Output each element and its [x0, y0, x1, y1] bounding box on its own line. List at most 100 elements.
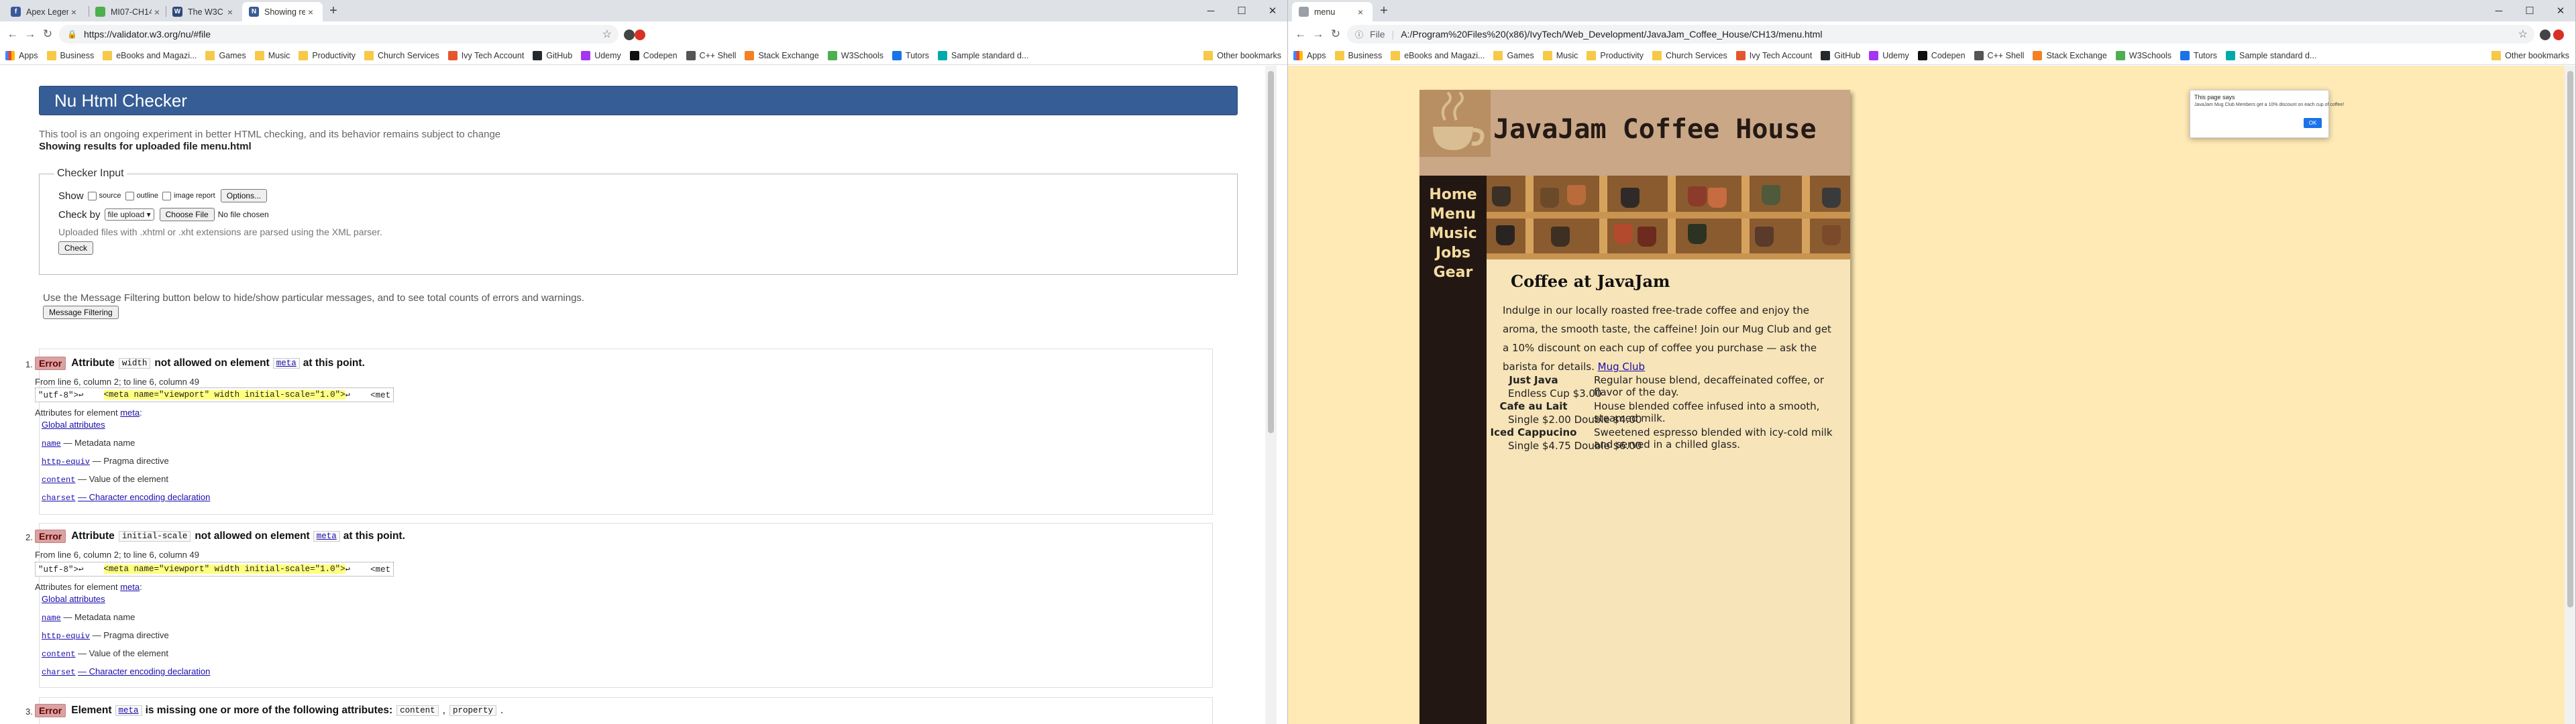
bookmark-item[interactable]: eBooks and Magazi... [1391, 50, 1485, 60]
maximize-icon[interactable]: ☐ [2514, 0, 2545, 21]
close-window-icon[interactable]: ✕ [1257, 0, 1287, 21]
bookmark-item[interactable]: C++ Shell [1974, 50, 2024, 60]
bookmark-item[interactable]: Stack Exchange [745, 50, 819, 60]
tab-nu-checker[interactable]: N Showing results for uploaded fi... × [242, 2, 323, 21]
other-bookmarks[interactable]: Other bookmarks [2491, 51, 2569, 60]
bookmark-item[interactable]: Church Services [364, 50, 439, 60]
check-button[interactable]: Check [58, 241, 94, 255]
vertical-scrollbar[interactable] [1265, 66, 1277, 724]
bookmark-item[interactable]: eBooks and Magazi... [103, 50, 197, 60]
bookmark-item[interactable]: Business [1334, 50, 1382, 60]
address-bar[interactable]: ⓘ File | A:/Program%20Files%20(x86)/IvyT… [1347, 25, 2534, 44]
bookmark-item[interactable]: Codepen [1917, 50, 1966, 60]
attrs-element-link[interactable]: meta [120, 582, 140, 592]
mug-club-link[interactable]: Mug Club [1598, 361, 1645, 373]
reload-icon[interactable]: ↻ [1327, 25, 1344, 43]
bookmark-item[interactable]: GitHub [533, 50, 572, 60]
attr-desc-link[interactable]: — Character encoding declaration [78, 666, 210, 676]
back-icon[interactable]: ← [4, 25, 21, 43]
bookmark-item[interactable]: Productivity [299, 50, 356, 60]
bookmark-item[interactable]: W3Schools [2115, 50, 2171, 60]
bookmark-star-icon[interactable]: ☆ [602, 27, 612, 41]
bookmark-item[interactable]: Udemy [1869, 50, 1909, 60]
check-by-select[interactable]: file upload ▾ [104, 208, 154, 221]
tab-close-icon[interactable]: × [305, 7, 316, 17]
bookmark-item[interactable]: Church Services [1652, 50, 1727, 60]
attr-link[interactable]: http-equiv [42, 457, 90, 467]
bookmark-item[interactable]: Productivity [1587, 50, 1644, 60]
outline-checkbox[interactable] [125, 191, 134, 200]
extension-icon[interactable] [624, 29, 635, 40]
nav-gear[interactable]: Gear [1419, 263, 1487, 282]
forward-icon[interactable]: → [1309, 25, 1327, 43]
attrs-element-link[interactable]: meta [120, 408, 140, 418]
bookmark-item[interactable]: Games [205, 50, 246, 60]
nav-menu[interactable]: Menu [1419, 204, 1487, 224]
extension-icon[interactable] [635, 29, 645, 40]
maximize-icon[interactable]: ☐ [1226, 0, 1257, 21]
attr-link[interactable]: content [42, 650, 75, 659]
bookmark-item[interactable]: Music [1542, 50, 1578, 60]
bookmark-item[interactable]: Codepen [629, 50, 678, 60]
attr-link[interactable]: name [42, 613, 61, 623]
close-window-icon[interactable]: ✕ [2545, 0, 2575, 21]
attr-link[interactable]: name [42, 439, 61, 448]
address-bar[interactable]: 🔒 https://validator.w3.org/nu/#file ☆ [59, 25, 619, 44]
nav-jobs[interactable]: Jobs [1419, 243, 1487, 263]
bookmark-item[interactable]: Music [254, 50, 290, 60]
tab-assignment[interactable]: MI07-CH14 Assignment - Java Jam × [89, 2, 169, 21]
bookmark-item[interactable]: Stack Exchange [2033, 50, 2107, 60]
scrollbar-thumb[interactable] [1268, 71, 1274, 433]
bookmark-item[interactable]: Sample standard d... [938, 50, 1028, 60]
tab-apex[interactable]: f Apex Legends - Old man bu... × [4, 2, 86, 21]
scrollbar-thumb[interactable] [2567, 71, 2573, 607]
source-checkbox[interactable] [87, 191, 97, 200]
attr-link[interactable]: http-equiv [42, 631, 90, 641]
bookmark-item[interactable]: Apps [5, 50, 38, 60]
bookmark-item[interactable]: Business [46, 50, 94, 60]
reload-icon[interactable]: ↻ [39, 25, 56, 43]
extension-icon[interactable] [2540, 29, 2551, 40]
vertical-scrollbar[interactable] [2565, 66, 2575, 724]
bookmark-item[interactable]: Games [1493, 50, 1534, 60]
global-attributes-link[interactable]: Global attributes [42, 594, 105, 604]
back-icon[interactable]: ← [1292, 25, 1309, 43]
bookmark-item[interactable]: GitHub [1821, 50, 1860, 60]
tab-close-icon[interactable]: × [225, 7, 235, 17]
options-button[interactable]: Options... [220, 189, 268, 202]
new-tab-icon[interactable]: + [325, 3, 342, 19]
element-link[interactable]: meta [115, 705, 142, 716]
element-link[interactable]: meta [313, 531, 340, 542]
new-tab-icon[interactable]: + [1375, 3, 1393, 19]
choose-file-button[interactable]: Choose File [159, 208, 215, 221]
other-bookmarks[interactable]: Other bookmarks [1203, 51, 1281, 60]
bookmark-item[interactable]: Apps [1293, 50, 1326, 60]
minimize-icon[interactable]: ─ [1195, 0, 1226, 21]
message-filtering-button[interactable]: Message Filtering [43, 306, 119, 319]
image-report-checkbox[interactable] [162, 191, 171, 200]
nav-home[interactable]: Home [1419, 185, 1487, 204]
bookmark-item[interactable]: C++ Shell [686, 50, 736, 60]
attr-link[interactable]: content [42, 475, 75, 485]
global-attributes-link[interactable]: Global attributes [42, 420, 105, 430]
bookmark-item[interactable]: Sample standard d... [2226, 50, 2316, 60]
bookmark-item[interactable]: W3Schools [827, 50, 883, 60]
extension-icon[interactable] [2553, 29, 2564, 40]
tab-close-icon[interactable]: × [152, 7, 162, 17]
bookmark-item[interactable]: Tutors [2180, 50, 2217, 60]
bookmark-star-icon[interactable]: ☆ [2518, 27, 2528, 41]
tab-close-icon[interactable]: × [68, 7, 79, 17]
bookmark-item[interactable]: Tutors [892, 50, 929, 60]
nav-music[interactable]: Music [1419, 224, 1487, 243]
attr-link[interactable]: charset [42, 668, 75, 677]
bookmark-item[interactable]: Udemy [581, 50, 621, 60]
attr-desc-link[interactable]: — Character encoding declaration [78, 492, 210, 502]
forward-icon[interactable]: → [21, 25, 39, 43]
minimize-icon[interactable]: ─ [2483, 0, 2514, 21]
tab-menu[interactable]: menu × [1292, 2, 1373, 21]
bookmark-item[interactable]: Ivy Tech Account [447, 50, 524, 60]
attr-link[interactable]: charset [42, 493, 75, 503]
tab-css-validator[interactable]: W The W3C CSS Validation Service × [166, 2, 242, 21]
dialog-ok-button[interactable]: OK [2304, 118, 2322, 128]
element-link[interactable]: meta [272, 358, 300, 369]
